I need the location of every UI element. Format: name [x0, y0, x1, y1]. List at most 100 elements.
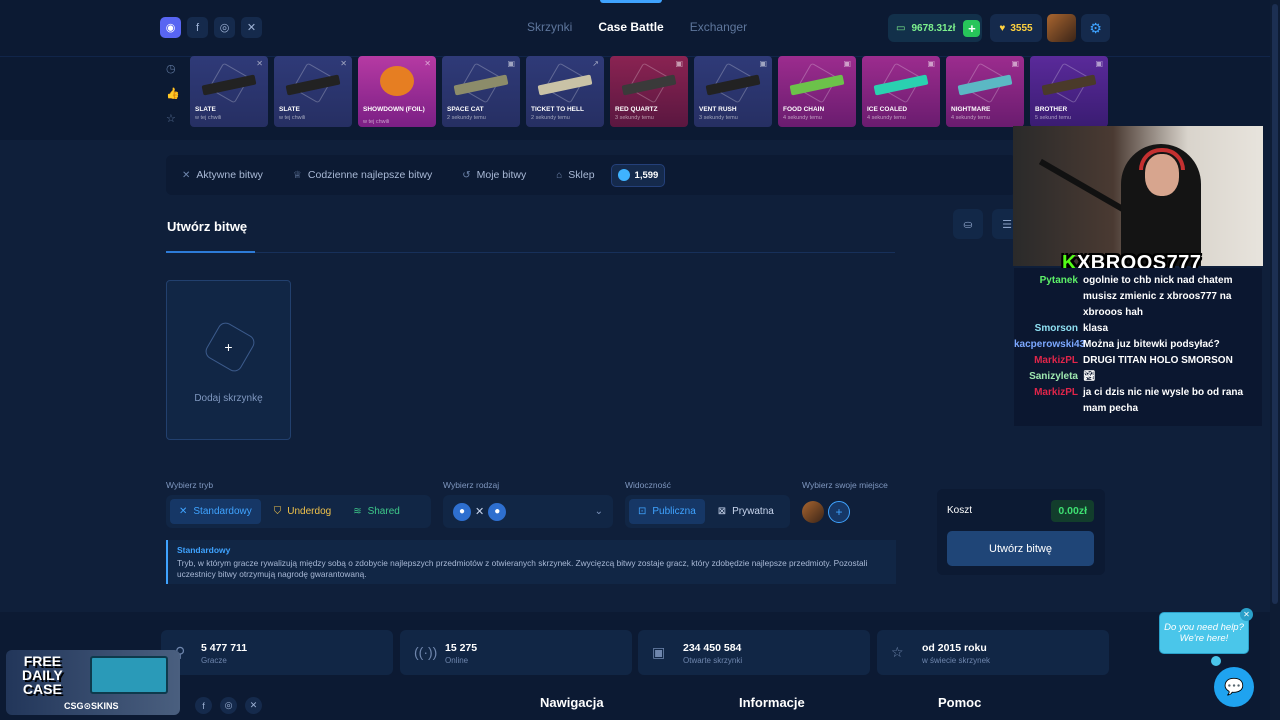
user-avatar[interactable]	[1047, 14, 1076, 42]
main-nav: Skrzynki Case Battle Exchanger	[527, 0, 747, 34]
drop-card[interactable]: ↗ TICKET TO HELL 2 sekundy temu	[526, 56, 604, 127]
drop-card[interactable]: ▣ VENT RUSH 3 sekundy temu	[694, 56, 772, 127]
points-badge[interactable]: 1,599	[610, 163, 666, 187]
drop-card[interactable]: ✕ SLATE w tej chwili	[190, 56, 268, 127]
scrollbar[interactable]	[1270, 0, 1280, 720]
box-icon: ▣	[652, 644, 666, 660]
lock-icon: ⊠	[717, 506, 727, 517]
battle-tabs: ✕ Aktywne bitwy ♕ Codzienne najlepsze bitw…	[166, 155, 1016, 195]
mode-info-title: Standardowy	[177, 545, 231, 555]
instagram-icon[interactable]: ◎	[220, 697, 237, 714]
add-funds-button[interactable]: +	[963, 19, 981, 37]
drop-card[interactable]: ▣ FOOD CHAIN 4 sekundy temu	[778, 56, 856, 127]
drop-card[interactable]: ▣ SPACE CAT 2 sekundy temu	[442, 56, 520, 127]
x-icon[interactable]: ✕	[241, 17, 262, 38]
chat-text: ja ci dzis nic nie wysle bo od rana mam …	[1083, 387, 1244, 414]
footer-heading-help: Pomoc	[938, 695, 982, 710]
help-bubble[interactable]: ✕ Do you need help? We're here!	[1159, 608, 1253, 654]
chat-text: DRUGI TITAN HOLO SMORSON	[1083, 355, 1233, 366]
facebook-icon[interactable]: f	[195, 697, 212, 714]
instagram-icon[interactable]: ◎	[214, 17, 235, 38]
battle-icon: ✕	[256, 59, 263, 68]
free-daily-case-promo[interactable]: FREE DAILY CASE CSG⊙SKINS	[6, 650, 180, 715]
add-seat-button[interactable]: +	[828, 501, 850, 523]
title-underline	[166, 251, 255, 253]
chat-support-button[interactable]: 💬	[1214, 667, 1254, 707]
case-icon: ▣	[1011, 59, 1019, 68]
nav-case-battle[interactable]: Case Battle	[598, 0, 664, 34]
case-icon: ▣	[507, 59, 515, 68]
basket-icon: ⌂	[556, 169, 563, 181]
close-icon[interactable]: ✕	[1240, 608, 1253, 621]
help-bubble-tail	[1211, 656, 1221, 666]
create-battle-button[interactable]: Utwórz bitwę	[947, 531, 1094, 566]
balance-display[interactable]: ▭ 9678.31zł +	[888, 14, 982, 42]
battle-icon: ✕	[340, 59, 347, 68]
visibility-private[interactable]: ⊠ Prywatna	[709, 499, 783, 524]
chat-username: MarkizPL	[1034, 387, 1078, 398]
stream-chat: Pytanek ogolnie to chb nick nad chatem mu…	[1014, 268, 1262, 426]
shield-icon: ⛉	[273, 506, 282, 517]
drop-card[interactable]: ▣ RED QUARTZ 3 sekundy temu	[610, 56, 688, 127]
heart-icon: ♥	[999, 22, 1006, 34]
seat-avatar[interactable]	[802, 501, 824, 523]
drop-card[interactable]: ▣ ICE COALED 4 sekundy temu	[862, 56, 940, 127]
discord-icon[interactable]: ◉	[160, 17, 181, 38]
nav-exchanger[interactable]: Exchanger	[690, 20, 747, 34]
drop-card[interactable]: ✕ SLATE w tej chwili	[274, 56, 352, 127]
chat-message: Smorson klasa	[1014, 321, 1262, 337]
coins-display[interactable]: ♥ 3555	[990, 14, 1042, 42]
versus-icon: ✕	[475, 506, 485, 518]
streamer-webcam	[1013, 126, 1263, 266]
drop-card[interactable]: ▣ BROTHER 5 sekund temu	[1030, 56, 1108, 127]
add-case-button[interactable]: + Dodaj skrzynkę	[166, 280, 291, 440]
clock-icon[interactable]: ◷	[166, 62, 180, 75]
signal-icon: ((·))	[414, 644, 438, 660]
mode-standard[interactable]: ✕ Standardowy	[170, 499, 261, 524]
mode-info: Standardowy Tryb, w którym gracze rywali…	[166, 540, 896, 584]
mode-info-text: Tryb, w którym gracze rywalizują między …	[177, 558, 868, 579]
live-drops: ✕ SLATE w tej chwili ✕ SLATE w tej chwili ✕ S…	[190, 56, 1108, 127]
coins-stack-icon[interactable]: ⛀	[953, 209, 983, 239]
case-icon: ▣	[1095, 59, 1103, 68]
drop-filters: ◷ 👍 ☆	[166, 62, 180, 125]
seat-label: Wybierz swoje miejsce	[802, 480, 888, 490]
chat-text: 🏞	[1083, 371, 1096, 382]
gear-icon[interactable]: ⚙	[1081, 14, 1110, 42]
thumbs-up-icon[interactable]: 👍	[166, 87, 180, 100]
chat-username: MarkizPL	[1034, 355, 1078, 366]
chat-message: Pytanek ogolnie to chb nick nad chatem mu…	[1014, 273, 1262, 321]
divider	[255, 252, 895, 253]
type-selector[interactable]: ● ✕ ● ⌄	[443, 495, 613, 528]
chat-message: Sanizyleta 🏞	[1014, 369, 1262, 385]
chat-text: ogolnie to chb nick nad chatem musisz zm…	[1083, 275, 1233, 318]
chat-icon: 💬	[1224, 679, 1244, 696]
promo-title: FREE DAILY CASE	[22, 653, 63, 697]
drop-card[interactable]: ▣ NIGHTMARE 4 sekundy temu	[946, 56, 1024, 127]
stat-online: ((·)) 15 275 Online	[400, 630, 632, 675]
stat-players: ⚲ 5 477 711 Gracze	[161, 630, 393, 675]
tab-shop[interactable]: ⌂ Sklep	[556, 169, 594, 181]
player-icon: ●	[488, 502, 507, 521]
facebook-icon[interactable]: f	[187, 17, 208, 38]
promo-brand: CSG⊙SKINS	[64, 701, 119, 711]
visibility-public[interactable]: ⊡ Publiczna	[629, 499, 705, 524]
unlock-icon: ⊡	[638, 506, 647, 517]
tab-daily-best[interactable]: ♕ Codzienne najlepsze bitwy	[293, 169, 432, 181]
nav-skrzynki[interactable]: Skrzynki	[527, 20, 572, 34]
case-icon: ▣	[759, 59, 767, 68]
mode-underdog[interactable]: ⛉ Underdog	[265, 499, 340, 524]
x-icon[interactable]: ✕	[245, 697, 262, 714]
tab-my-battles[interactable]: ↺ Moje bitwy	[462, 169, 526, 181]
page-title: Utwórz bitwę	[167, 219, 248, 234]
drop-card[interactable]: ✕ SHOWDOWN (FOIL) w tej chwili	[358, 56, 436, 127]
add-case-label: Dodaj skrzynkę	[194, 393, 263, 404]
tab-active-battles[interactable]: ✕ Aktywne bitwy	[182, 169, 263, 181]
footer-social: f ◎ ✕	[195, 697, 262, 714]
star-icon[interactable]: ☆	[166, 112, 180, 125]
mode-selector: ✕ Standardowy ⛉ Underdog ≋ Shared	[166, 495, 431, 528]
coins-value: 3555	[1010, 22, 1033, 34]
mode-shared[interactable]: ≋ Shared	[344, 499, 409, 524]
balance-value: 9678.31zł	[911, 22, 956, 34]
chat-message: MarkizPL ja ci dzis nic nie wysle bo od r…	[1014, 385, 1262, 417]
